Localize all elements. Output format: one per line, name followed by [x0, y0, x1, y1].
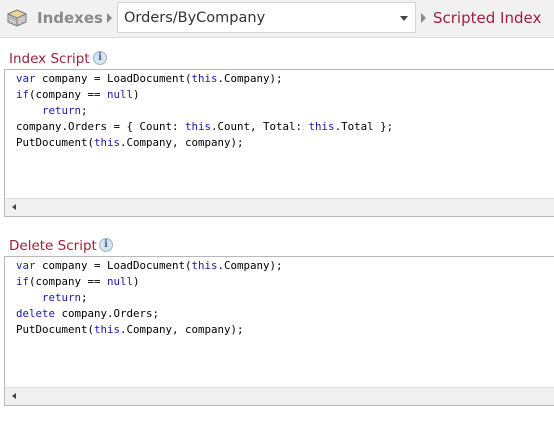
index-script-code[interactable]: var company = LoadDocument(this.Company)… [16, 71, 393, 151]
code-line: return; [42, 104, 88, 117]
delete-script-editor[interactable]: var company = LoadDocument(this.Company)… [4, 256, 554, 406]
database-icon[interactable] [5, 8, 29, 28]
info-icon[interactable]: i [93, 51, 107, 65]
index-select-value: Orders/ByCompany [124, 10, 266, 26]
code-line: PutDocument(this.Company, company); [16, 323, 244, 336]
breadcrumb-current-page: Scripted Index [433, 9, 542, 27]
breadcrumb-indexes-link[interactable]: Indexes [37, 9, 103, 27]
delete-script-title: Delete Script [9, 238, 97, 254]
info-icon[interactable]: i [99, 238, 113, 252]
code-line: var company = LoadDocument(this.Company)… [16, 259, 283, 272]
code-line: company.Orders = { Count: this.Count, To… [16, 120, 394, 133]
code-line: if(company == null) [16, 275, 140, 288]
code-line: if(company == null) [16, 88, 140, 101]
scroll-left-arrow-icon[interactable] [12, 393, 16, 399]
index-script-editor[interactable]: var company = LoadDocument(this.Company)… [4, 69, 554, 217]
chevron-right-icon [107, 13, 112, 23]
code-line: delete company.Orders; [16, 307, 160, 320]
index-select-dropdown[interactable]: Orders/ByCompany [117, 2, 416, 33]
index-script-title: Index Script [9, 51, 90, 67]
code-line: return; [42, 291, 88, 304]
code-line: var company = LoadDocument(this.Company)… [16, 72, 283, 85]
chevron-down-icon[interactable] [400, 16, 408, 21]
horizontal-scrollbar[interactable] [5, 387, 554, 405]
horizontal-scrollbar[interactable] [5, 198, 554, 216]
code-line: PutDocument(this.Company, company); [16, 136, 244, 149]
scroll-left-arrow-icon[interactable] [12, 204, 16, 210]
delete-script-code[interactable]: var company = LoadDocument(this.Company)… [16, 258, 283, 338]
chevron-right-icon [421, 13, 426, 23]
breadcrumb-bar: Indexes Orders/ByCompany Scripted Index [0, 0, 554, 38]
